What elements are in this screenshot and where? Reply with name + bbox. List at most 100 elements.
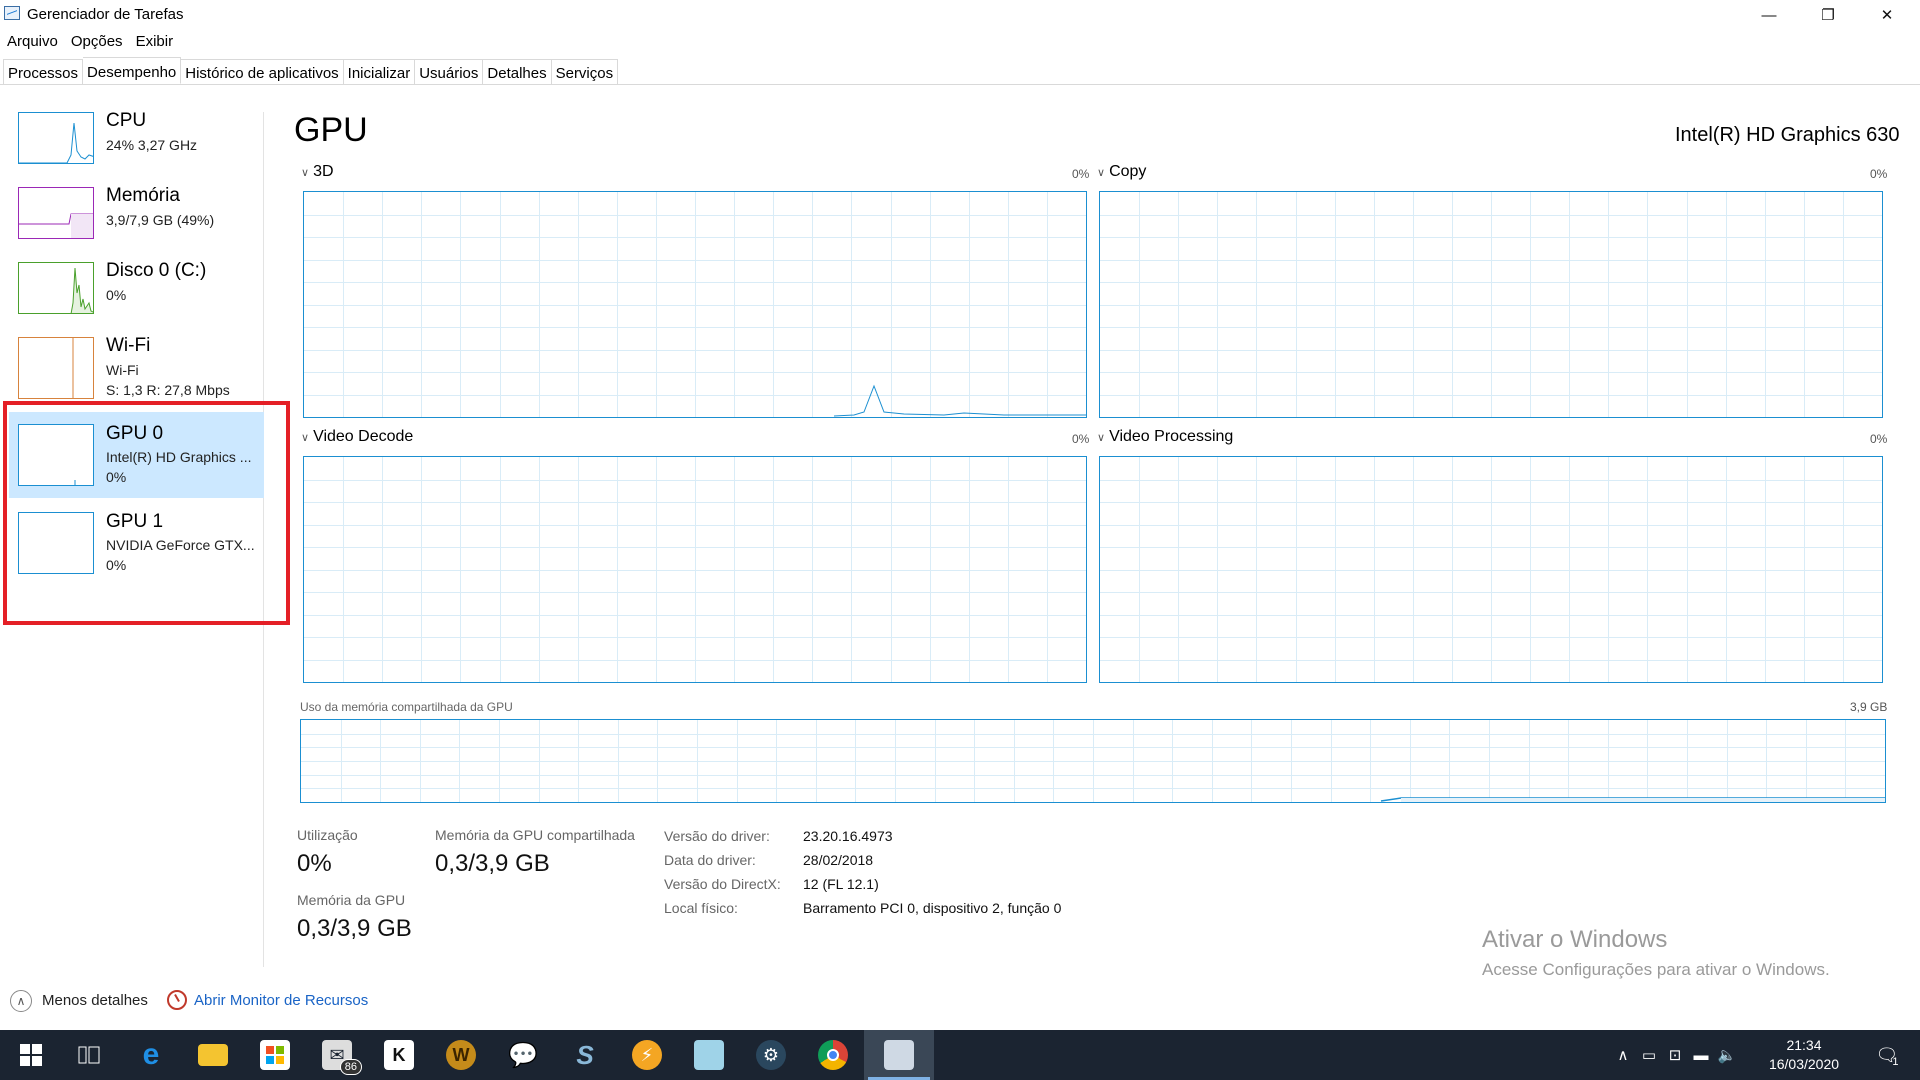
clock-time: 21:34: [1786, 1037, 1822, 1053]
chevron-down-icon: ∨: [1097, 432, 1106, 444]
steam-icon: ⚙: [756, 1040, 786, 1070]
wifi-thumbnail: [18, 337, 94, 399]
annotation-highlight-box: [3, 401, 290, 625]
warcraft-icon: W: [446, 1040, 476, 1070]
resource-monitor-icon[interactable]: [167, 990, 187, 1010]
taskbar-warcraft[interactable]: W: [430, 1030, 492, 1080]
chevron-up-icon[interactable]: ∧: [1610, 1030, 1636, 1080]
taskbar-edge[interactable]: e: [120, 1030, 182, 1080]
taskbar-file-explorer[interactable]: [182, 1030, 244, 1080]
resource-disco[interactable]: Disco 0 (C:) 0%: [9, 260, 264, 320]
volume-icon[interactable]: 🔈: [1714, 1030, 1740, 1080]
graph-3d-percent: 0%: [1072, 167, 1090, 181]
tab-inicializar[interactable]: Inicializar: [343, 59, 416, 85]
task-manager-icon: [884, 1040, 914, 1070]
graph-copy-selector[interactable]: ∨ Copy: [1097, 163, 1146, 181]
tab-usuarios[interactable]: Usuários: [415, 59, 484, 85]
graph-video-processing-label: Video Processing: [1109, 428, 1234, 445]
graph-3d-selector[interactable]: ∨ 3D: [301, 163, 334, 181]
taskbar-app-lightning[interactable]: ⚡: [616, 1030, 678, 1080]
graph-video-decode-canvas: [304, 457, 1086, 682]
network-icon[interactable]: ⊡: [1662, 1030, 1688, 1080]
resource-wifi[interactable]: Wi-Fi Wi-Fi S: 1,3 R: 27,8 Mbps: [9, 335, 264, 401]
windows-logo-icon: [20, 1044, 42, 1066]
minimize-button[interactable]: —: [1740, 0, 1798, 30]
tab-servicos[interactable]: Serviços: [551, 59, 619, 85]
graph-copy-percent: 0%: [1870, 167, 1888, 181]
graph-shared-memory-canvas: [301, 720, 1885, 802]
notification-center-button[interactable]: 🗨 1: [1862, 1030, 1912, 1080]
title-bar: Gerenciador de Tarefas — ❐ ✕: [0, 0, 1920, 30]
gpu-memory-value: 0,3/3,9 GB: [297, 915, 412, 942]
footer-bar: ∧ Menos detalhes Abrir Monitor de Recurs…: [0, 986, 1920, 1016]
chevron-down-icon: ∨: [1097, 167, 1106, 179]
chevron-down-icon: ∨: [301, 167, 310, 179]
resource-name: Disco 0 (C:): [106, 260, 207, 281]
activation-watermark-subtitle: Acesse Configurações para ativar o Windo…: [1482, 960, 1830, 979]
store-icon: [260, 1040, 290, 1070]
menu-exibir[interactable]: Exibir: [129, 30, 180, 52]
resource-detail: 3,9/7,9 GB (49%): [106, 212, 215, 228]
resource-cpu[interactable]: CPU 24% 3,27 GHz: [9, 110, 264, 170]
restore-button[interactable]: ❐: [1799, 0, 1857, 30]
chevron-up-icon[interactable]: ∧: [10, 990, 32, 1012]
taskbar-app-k[interactable]: K: [368, 1030, 430, 1080]
open-resource-monitor-link[interactable]: Abrir Monitor de Recursos: [194, 992, 368, 1009]
gpu-model-name: Intel(R) HD Graphics 630: [1675, 124, 1900, 146]
graph-video-processing-selector[interactable]: ∨ Video Processing: [1097, 428, 1233, 446]
utilization-value: 0%: [297, 850, 332, 877]
battery-icon[interactable]: ▬: [1688, 1030, 1714, 1080]
resource-memoria[interactable]: Memória 3,9/7,9 GB (49%): [9, 185, 264, 245]
taskbar-app-sticker[interactable]: [678, 1030, 740, 1080]
taskbar: e ✉ 86 K W 💬 S ⚡ ⚙ ∧ ▭ ⊡ ▬ 🔈 21:34 16/03/…: [0, 1030, 1920, 1080]
clock-date: 16/03/2020: [1768, 1056, 1840, 1072]
window-title: Gerenciador de Tarefas: [27, 6, 184, 23]
graph-3d: [303, 191, 1087, 418]
page-title: GPU: [294, 111, 368, 149]
device-icon[interactable]: ▭: [1636, 1030, 1662, 1080]
physical-location-key: Local físico:: [664, 900, 738, 916]
start-button[interactable]: [0, 1030, 62, 1080]
tab-processos[interactable]: Processos: [3, 59, 84, 85]
chrome-icon: [818, 1040, 848, 1070]
tab-detalhes[interactable]: Detalhes: [483, 59, 552, 85]
directx-version-value: 12 (FL 12.1): [803, 876, 879, 892]
s-app-icon: S: [576, 1039, 594, 1070]
shared-memory-label: Uso da memória compartilhada da GPU: [300, 700, 513, 714]
taskbar-steam[interactable]: ⚙: [740, 1030, 802, 1080]
graph-3d-line: [833, 384, 1086, 417]
menu-opcoes[interactable]: Opções: [64, 30, 129, 52]
task-view-button[interactable]: [58, 1030, 120, 1080]
taskbar-task-manager[interactable]: [864, 1030, 934, 1080]
driver-version-value: 23.20.16.4973: [803, 828, 893, 844]
task-view-icon: [78, 1046, 100, 1064]
clock[interactable]: 21:34 16/03/2020: [1754, 1036, 1854, 1074]
tab-desempenho[interactable]: Desempenho: [83, 57, 182, 84]
tab-historico[interactable]: Histórico de aplicativos: [181, 59, 344, 85]
tab-divider: [0, 84, 1920, 85]
graph-shared-memory: [300, 719, 1886, 803]
taskbar-store[interactable]: [244, 1030, 306, 1080]
folder-icon: [198, 1044, 228, 1066]
taskbar-mail[interactable]: ✉ 86: [306, 1030, 368, 1080]
taskbar-messenger[interactable]: 💬: [492, 1030, 554, 1080]
close-button[interactable]: ✕: [1858, 0, 1916, 30]
graph-video-processing: [1099, 456, 1883, 683]
less-details-link[interactable]: Menos detalhes: [42, 992, 148, 1009]
resource-detail: 24% 3,27 GHz: [106, 137, 198, 153]
taskbar-chrome[interactable]: [802, 1030, 864, 1080]
cpu-thumbnail: [18, 112, 94, 164]
resource-name: CPU: [106, 110, 147, 131]
lightning-icon: ⚡: [632, 1040, 662, 1070]
task-manager-icon: [4, 6, 20, 20]
shared-memory-max: 3,9 GB: [1850, 700, 1888, 714]
chevron-down-icon: ∨: [301, 432, 310, 444]
sticker-icon: [694, 1040, 724, 1070]
graph-video-processing-canvas: [1100, 457, 1882, 682]
taskbar-app-s[interactable]: S: [554, 1030, 616, 1080]
resource-name: Wi-Fi: [106, 335, 151, 356]
k-app-icon: K: [384, 1040, 414, 1070]
menu-arquivo[interactable]: Arquivo: [0, 30, 64, 52]
gpu-memory-label: Memória da GPU: [297, 892, 406, 908]
graph-video-decode-selector[interactable]: ∨ Video Decode: [301, 428, 413, 446]
